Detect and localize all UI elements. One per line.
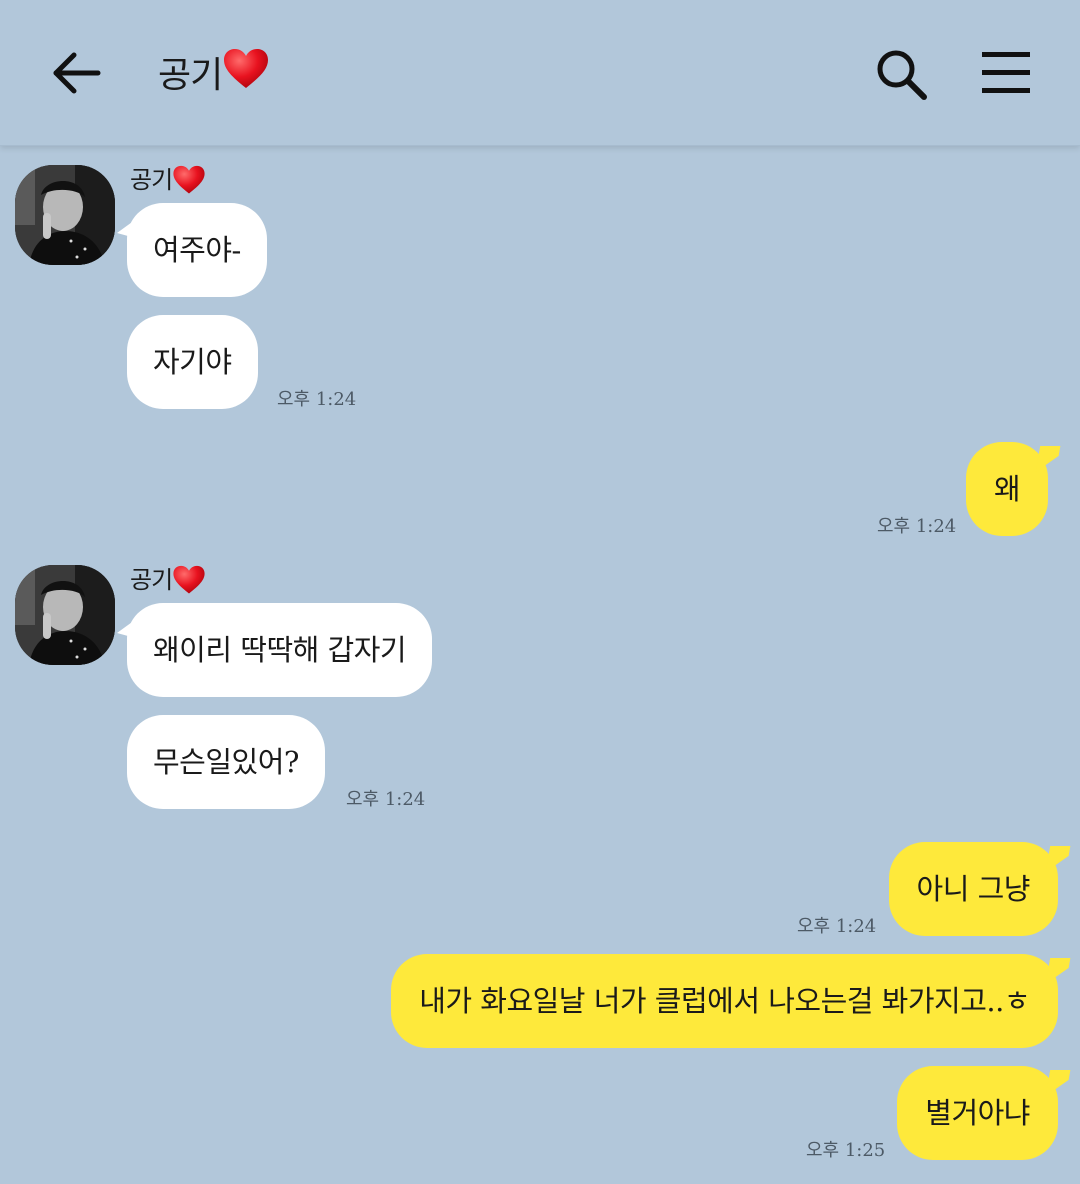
message-timestamp: 오후 1:24 (877, 516, 957, 537)
avatar[interactable] (15, 565, 115, 665)
sender-name-text: 공기 (130, 566, 173, 594)
message-timestamp: 오후 1:24 (346, 789, 426, 810)
sender-name: 공기 (130, 164, 206, 196)
message-bubble-incoming[interactable]: 왜이리 딱딱해 갑자기 (117, 603, 433, 697)
message-bubble-outgoing[interactable]: 아니 그냥 (888, 842, 1071, 936)
message-bubble-incoming[interactable]: 자기야 (127, 315, 258, 409)
hamburger-menu-icon (982, 52, 1030, 93)
message-text: 무슨일있어? (153, 745, 299, 779)
message-bubble-incoming[interactable]: 무슨일있어? (127, 715, 325, 809)
chat-title-text: 공기 (158, 55, 223, 96)
search-button[interactable] (872, 46, 930, 104)
message-text: 여주야- (153, 233, 241, 267)
message-text: 아니 그냥 (916, 872, 1031, 906)
chat-title: 공기 (158, 48, 270, 104)
avatar[interactable] (15, 165, 115, 265)
message-text: 왜이리 딱딱해 갑자기 (153, 633, 407, 667)
message-timestamp: 오후 1:24 (797, 916, 877, 937)
message-timestamp: 오후 1:24 (277, 389, 357, 410)
heart-icon (173, 565, 205, 594)
message-text: 내가 화요일날 너가 클럽에서 나오는걸 봐가지고..ㅎ (419, 984, 1030, 1018)
menu-button[interactable] (978, 48, 1034, 98)
back-arrow-icon (53, 52, 101, 94)
back-button[interactable] (48, 44, 106, 102)
sender-name: 공기 (130, 564, 206, 596)
sender-name-text: 공기 (130, 166, 173, 194)
message-bubble-outgoing[interactable]: 왜 (966, 442, 1061, 536)
profile-photo (15, 565, 115, 665)
chat-header: 공기 (0, 0, 1080, 146)
heart-icon (173, 165, 205, 194)
message-text: 자기야 (153, 345, 232, 379)
message-bubble-outgoing[interactable]: 별거아냐 (897, 1066, 1071, 1160)
message-bubble-incoming[interactable]: 여주야- (117, 203, 267, 297)
message-text: 별거아냐 (925, 1096, 1030, 1130)
profile-photo (15, 165, 115, 265)
message-text: 왜 (994, 472, 1021, 506)
heart-icon (222, 48, 270, 104)
message-timestamp: 오후 1:25 (806, 1140, 886, 1161)
message-bubble-outgoing[interactable]: 내가 화요일날 너가 클럽에서 나오는걸 봐가지고..ㅎ (391, 954, 1071, 1048)
search-icon (877, 50, 927, 100)
